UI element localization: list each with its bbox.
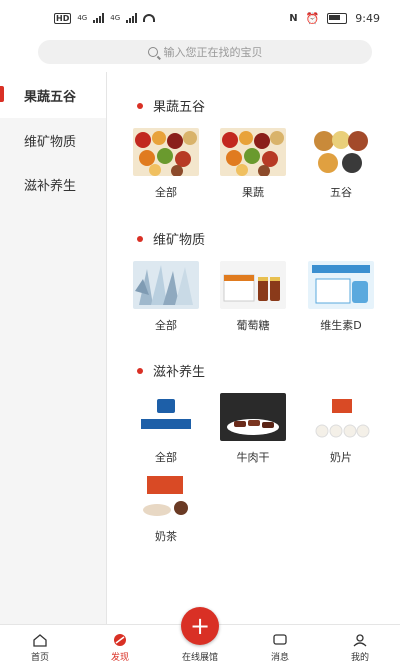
section-title-text: 维矿物质 (153, 233, 206, 248)
product-tile-milk-tea[interactable]: 奶茶 (133, 472, 199, 544)
tile-label: 奶茶 (155, 530, 177, 543)
tile-label: 五谷 (330, 186, 352, 199)
signal-icon-2 (126, 13, 138, 23)
product-tile-vitamin-d[interactable]: 维生素D (308, 261, 374, 333)
product-tile-fruits-veg[interactable]: 果蔬 (220, 128, 286, 200)
tile-label: 奶片 (330, 451, 352, 464)
tile-label: 维生素D (320, 319, 362, 332)
bottom-tab-bar: 首页 发现 + 在线展馆 消息 我的 (0, 607, 400, 667)
sidebar-item-fruits-grains[interactable]: 果蔬五谷 (0, 72, 106, 118)
section-title-tonic: 滋补养生 (137, 361, 205, 380)
grains-image (308, 128, 374, 176)
hd-badge: HD (54, 12, 72, 24)
profile-icon (353, 634, 367, 647)
search-placeholder: 输入您正在找的宝贝 (163, 46, 263, 59)
product-tile-grains[interactable]: 五谷 (308, 128, 374, 200)
vitamin-d-image (308, 261, 374, 309)
home-icon (33, 634, 47, 647)
glucose-image (220, 261, 286, 309)
nfc-icon: N (289, 12, 298, 24)
battery-icon (327, 12, 348, 24)
status-time: 9:49 (355, 11, 380, 25)
tab-label: 在线展馆 (181, 653, 218, 663)
tab-messages[interactable]: 消息 (240, 625, 320, 667)
product-tile-milk-tablet[interactable]: 奶片 (308, 393, 374, 465)
tile-label: 果蔬 (242, 186, 264, 199)
section-title-fruits-grains: 果蔬五谷 (137, 96, 205, 115)
tab-label: 消息 (270, 653, 289, 663)
category-sidebar: 果蔬五谷 维矿物质 滋补养生 (0, 72, 106, 624)
section-title-text: 滋补养生 (153, 365, 206, 380)
tab-home[interactable]: 首页 (0, 625, 80, 667)
fruits-grains-image (133, 128, 199, 176)
tile-label: 全部 (155, 186, 177, 199)
sidebar-item-label: 维矿物质 (24, 134, 77, 150)
product-tile-all-tonic[interactable]: 全部 (133, 393, 199, 465)
milk-tablet-image (308, 393, 374, 441)
discover-icon (114, 634, 126, 646)
product-tile-glucose[interactable]: 葡萄糖 (220, 261, 286, 333)
status-right: N ⏰ 9:49 (289, 12, 380, 25)
section-title-text: 果蔬五谷 (153, 100, 206, 115)
status-left: HD 4G 4G (54, 12, 156, 24)
tile-label: 葡萄糖 (236, 319, 270, 332)
signal-label-2: 4G (110, 14, 121, 22)
sidebar-item-tonic[interactable]: 滋补养生 (0, 162, 106, 206)
fruits-veg-image (220, 128, 286, 176)
sidebar-item-label: 果蔬五谷 (24, 89, 77, 105)
category-content: 果蔬五谷 全部 果蔬 五谷 维矿物质 全部 葡萄糖 维生素D 滋补养生 全部 牛… (107, 72, 400, 624)
tab-label: 首页 (30, 653, 49, 663)
crystals-image (133, 261, 199, 309)
tile-label: 全部 (155, 319, 177, 332)
tab-label: 我的 (350, 653, 369, 663)
plus-icon[interactable]: + (181, 607, 219, 645)
message-icon (273, 634, 287, 645)
signal-label-1: 4G (77, 14, 88, 22)
product-tile-all-minerals[interactable]: 全部 (133, 261, 199, 333)
product-tile-beef-jerky[interactable]: 牛肉干 (220, 393, 286, 465)
tile-label: 牛肉干 (236, 451, 270, 464)
beef-jerky-image (220, 393, 286, 441)
wifi-icon (143, 14, 156, 22)
tab-discover[interactable]: 发现 (80, 625, 160, 667)
sidebar-item-minerals[interactable]: 维矿物质 (0, 118, 106, 162)
search-bar[interactable]: 输入您正在找的宝贝 (38, 40, 372, 64)
status-bar: HD 4G 4G N ⏰ 9:49 (0, 0, 400, 36)
tab-profile[interactable]: 我的 (320, 625, 400, 667)
milk-tea-image (133, 472, 199, 520)
product-tile-all-fruits[interactable]: 全部 (133, 128, 199, 200)
tab-label: 发现 (110, 653, 129, 663)
huabei-pharma-logo (133, 393, 199, 441)
sidebar-item-label: 滋补养生 (24, 178, 77, 194)
section-dot-icon (137, 102, 143, 109)
section-title-minerals: 维矿物质 (137, 229, 205, 248)
section-dot-icon (137, 235, 143, 242)
tab-online-exhibition[interactable]: + 在线展馆 (160, 607, 240, 667)
section-dot-icon (137, 367, 143, 374)
alarm-icon: ⏰ (305, 11, 320, 25)
search-icon (147, 47, 158, 57)
signal-icon (93, 13, 105, 23)
tile-label: 全部 (155, 451, 177, 464)
